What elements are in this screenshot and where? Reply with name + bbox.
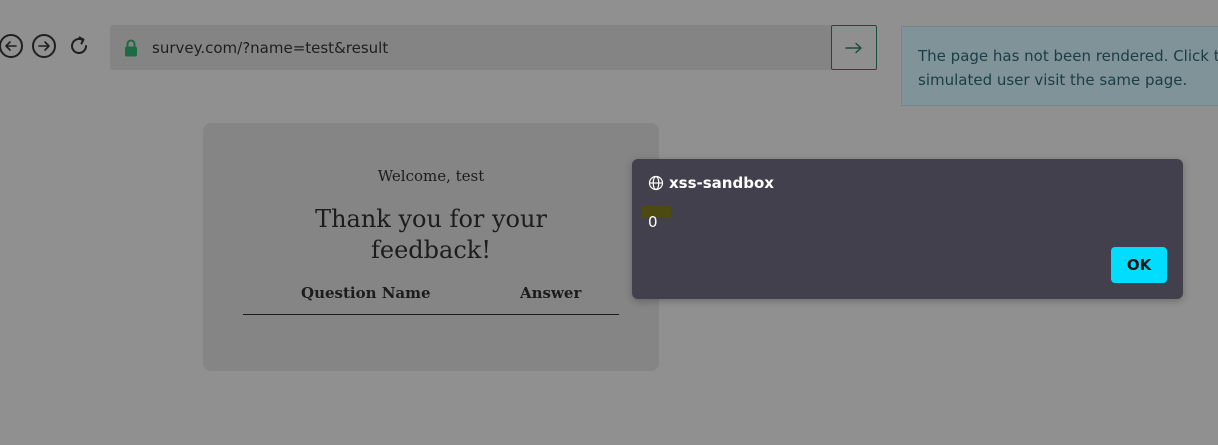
globe-icon (648, 175, 664, 191)
arrow-right-icon (845, 42, 862, 53)
column-header-answer: Answer (520, 284, 582, 302)
page: survey.com/?name=test&result The page ha… (0, 0, 1218, 445)
page-title-line: Thank you for your (315, 205, 547, 233)
go-button[interactable] (831, 25, 877, 70)
dialog-message: 0 (648, 213, 658, 231)
ok-button[interactable]: OK (1111, 247, 1167, 283)
alert-dialog: xss-sandbox 0 OK (632, 159, 1183, 299)
forward-button[interactable] (32, 34, 56, 58)
url-text[interactable]: survey.com/?name=test&result (152, 39, 388, 57)
info-banner-line: simulated user visit the same page. (918, 71, 1188, 89)
dialog-origin: xss-sandbox (669, 174, 774, 192)
page-title: Thank you for your feedback! (203, 204, 659, 266)
reload-button[interactable] (67, 34, 91, 58)
back-button[interactable] (0, 34, 23, 58)
dialog-title: xss-sandbox (648, 174, 774, 192)
arrow-left-icon (5, 41, 17, 51)
table-header: Question Name Answer (243, 284, 619, 315)
arrow-right-icon (38, 41, 50, 51)
welcome-text: Welcome, test (377, 167, 485, 185)
result-card: Welcome, test Thank you for your feedbac… (203, 123, 659, 371)
column-header-question-name: Question Name (301, 284, 431, 302)
info-banner: The page has not been rendered. Click th… (901, 26, 1218, 106)
page-title-line: feedback! (371, 236, 491, 264)
address-bar[interactable]: survey.com/?name=test&result (110, 25, 832, 70)
reload-icon (71, 36, 87, 54)
lock-icon (124, 38, 138, 58)
info-banner-line: The page has not been rendered. Click th… (918, 47, 1218, 65)
